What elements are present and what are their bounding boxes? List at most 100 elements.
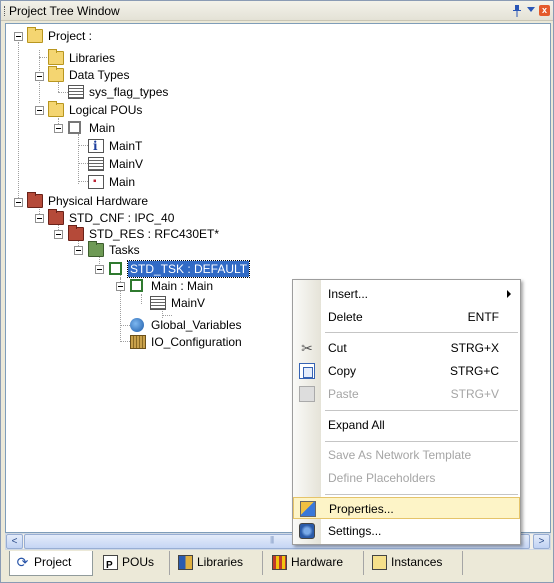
menu-item-label: Expand All bbox=[328, 418, 385, 432]
tree-item-label: Data Types bbox=[69, 68, 130, 82]
settings-icon bbox=[299, 523, 315, 539]
tab-label: Instances bbox=[391, 555, 443, 569]
collapse-toggle[interactable] bbox=[35, 214, 44, 223]
close-icon[interactable]: x bbox=[539, 5, 550, 16]
hardware-icon bbox=[272, 555, 287, 570]
menu-item-cut[interactable]: ✂ Cut STRG+X bbox=[293, 337, 520, 359]
tab-pous[interactable]: POUs bbox=[98, 551, 170, 577]
tab-label: Project bbox=[34, 555, 72, 569]
tree-line bbox=[120, 341, 130, 342]
tree-item-label: Physical Hardware bbox=[48, 194, 149, 208]
collapse-toggle[interactable] bbox=[14, 198, 23, 207]
collapse-toggle[interactable] bbox=[35, 72, 44, 81]
tree-item-label: sys_flag_types bbox=[89, 85, 169, 99]
menu-item-properties[interactable]: Properties... bbox=[293, 497, 520, 519]
pin-icon[interactable] bbox=[512, 5, 522, 17]
dropdown-arrow-icon[interactable] bbox=[527, 7, 535, 12]
tree-item-label: Global_Variables bbox=[151, 318, 242, 332]
tree-line bbox=[78, 134, 79, 184]
tree-item-label: Logical POUs bbox=[69, 103, 143, 117]
properties-icon bbox=[300, 501, 316, 517]
menu-item-label: Paste bbox=[328, 387, 359, 401]
tree-line bbox=[78, 145, 88, 146]
grip-handle[interactable] bbox=[4, 6, 6, 16]
menu-item-save-as-network-template[interactable]: Save As Network Template bbox=[293, 444, 520, 466]
tree-item-label: Project : bbox=[48, 29, 93, 43]
menu-item-label: Settings... bbox=[328, 524, 382, 538]
tree-line bbox=[120, 325, 130, 326]
menu-shortcut: STRG+X bbox=[450, 341, 499, 355]
tree-line bbox=[162, 315, 172, 316]
libraries-icon bbox=[178, 555, 193, 570]
collapse-toggle[interactable] bbox=[54, 124, 63, 133]
window-title: Project Tree Window bbox=[9, 4, 120, 18]
instances-icon bbox=[372, 555, 387, 570]
configuration-icon bbox=[48, 209, 64, 225]
menu-separator bbox=[325, 332, 518, 333]
tab-label: Libraries bbox=[197, 555, 244, 569]
tree-item-label: Main : Main bbox=[151, 279, 214, 293]
menu-item-settings[interactable]: Settings... bbox=[293, 520, 520, 542]
menu-item-label: Delete bbox=[328, 310, 363, 324]
data-type-icon bbox=[68, 85, 84, 99]
tab-hardware[interactable]: Hardware bbox=[267, 551, 364, 575]
tab-label: POUs bbox=[122, 555, 155, 569]
tree-item-label: STD_RES : RFC430ET* bbox=[89, 227, 220, 241]
tree-item-label: Tasks bbox=[109, 243, 140, 257]
menu-item-label: Define Placeholders bbox=[328, 471, 436, 485]
tab-project[interactable]: ⟳ Project bbox=[9, 551, 93, 576]
code-icon bbox=[88, 174, 104, 190]
paste-icon bbox=[299, 386, 315, 402]
tree-item-label: Main bbox=[109, 175, 136, 189]
project-icon: ⟳ bbox=[16, 554, 29, 570]
menu-item-insert[interactable]: Insert... bbox=[293, 283, 520, 305]
tree-item-label: Main bbox=[89, 121, 116, 135]
folder-icon bbox=[48, 49, 64, 65]
tree-line bbox=[120, 270, 121, 340]
tree-item-label: Libraries bbox=[69, 51, 116, 65]
menu-item-label: Save As Network Template bbox=[328, 448, 472, 462]
scissors-icon: ✂ bbox=[301, 340, 313, 356]
title-bar[interactable]: Project Tree Window x bbox=[1, 1, 553, 21]
menu-item-label: Insert... bbox=[328, 287, 369, 301]
menu-item-paste[interactable]: Paste STRG+V bbox=[293, 383, 520, 405]
tree-line bbox=[141, 294, 142, 304]
tree-line bbox=[78, 163, 88, 164]
copy-icon bbox=[299, 363, 315, 379]
context-menu: Insert... Delete ENTF ✂ Cut STRG+X Copy … bbox=[292, 279, 521, 545]
collapse-toggle[interactable] bbox=[54, 230, 63, 239]
collapse-toggle[interactable] bbox=[74, 246, 83, 255]
menu-item-copy[interactable]: Copy STRG+C bbox=[293, 360, 520, 382]
collapse-toggle[interactable] bbox=[95, 265, 104, 274]
tasks-folder-icon bbox=[88, 241, 104, 257]
tree-item-label: MainV bbox=[109, 157, 144, 171]
scroll-left-button[interactable]: < bbox=[6, 534, 23, 549]
menu-item-delete[interactable]: Delete ENTF bbox=[293, 306, 520, 328]
menu-item-define-placeholders[interactable]: Define Placeholders bbox=[293, 467, 520, 489]
tab-bar: ⟳ Project POUs Libraries Hardware Instan… bbox=[5, 551, 551, 577]
variables-icon bbox=[150, 296, 166, 310]
pous-icon bbox=[103, 555, 118, 577]
menu-item-label: Cut bbox=[328, 341, 347, 355]
tree-item-label: MainT bbox=[109, 139, 143, 153]
collapse-toggle[interactable] bbox=[116, 282, 125, 291]
menu-item-expand-all[interactable]: Expand All bbox=[293, 414, 520, 436]
info-icon bbox=[88, 138, 104, 154]
menu-item-label: Copy bbox=[328, 364, 357, 378]
tree-line bbox=[58, 82, 59, 92]
collapse-toggle[interactable] bbox=[14, 32, 23, 41]
globe-icon bbox=[130, 318, 144, 332]
tab-instances[interactable]: Instances bbox=[367, 551, 463, 575]
tree-line bbox=[78, 181, 88, 182]
tab-label: Hardware bbox=[291, 555, 344, 569]
menu-shortcut: STRG+C bbox=[449, 364, 499, 378]
tab-libraries[interactable]: Libraries bbox=[173, 551, 263, 575]
submenu-arrow-icon bbox=[507, 290, 511, 298]
program-instance-icon bbox=[130, 279, 143, 292]
tree-item-label: IO_Configuration bbox=[151, 335, 242, 349]
scroll-right-button[interactable]: > bbox=[533, 534, 550, 549]
collapse-toggle[interactable] bbox=[35, 106, 44, 115]
tree-item-label: MainV bbox=[171, 296, 206, 310]
task-icon bbox=[109, 262, 122, 275]
folder-icon bbox=[48, 66, 64, 82]
